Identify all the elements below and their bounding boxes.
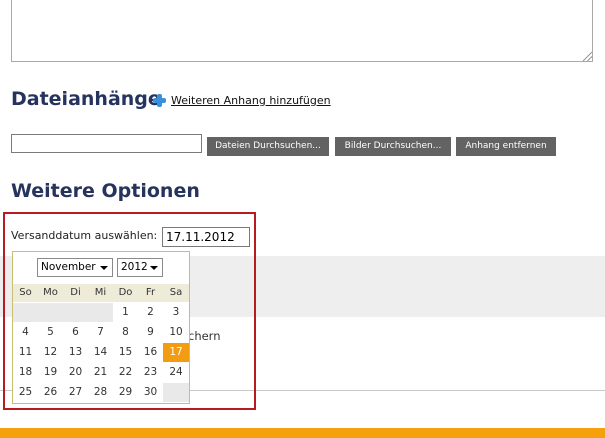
calendar-day-selected[interactable]: 17 — [163, 343, 189, 362]
calendar-day[interactable]: 18 — [13, 363, 38, 382]
file-path-input[interactable] — [11, 134, 202, 153]
calendar-day[interactable]: 19 — [38, 363, 63, 382]
calendar-week-row: 18 19 20 21 22 23 24 — [13, 363, 189, 383]
calendar-day[interactable]: 21 — [88, 363, 113, 382]
calendar-empty-cell — [88, 303, 113, 322]
calendar-day[interactable]: 2 — [138, 303, 163, 322]
calendar-day[interactable]: 26 — [38, 383, 63, 402]
resize-grip-icon[interactable] — [583, 52, 592, 61]
chevron-down-icon — [150, 266, 158, 270]
calendar-day[interactable]: 6 — [63, 323, 88, 342]
options-title: Weitere Optionen — [11, 180, 200, 202]
remove-attachment-button[interactable]: Anhang entfernen — [456, 137, 556, 156]
add-attachment-link[interactable]: Weiteren Anhang hinzufügen — [153, 94, 331, 107]
weekday-label: Sa — [169, 287, 183, 298]
calendar-day[interactable]: 13 — [63, 343, 88, 362]
calendar-week-row: 123 — [13, 303, 189, 323]
send-date-label: Versanddatum auswählen: — [11, 229, 158, 242]
attachments-title: Dateianhänge — [11, 88, 161, 110]
weekday-label: Di — [70, 287, 81, 298]
calendar-week-row: 4 5 6 7 8 9 10 — [13, 323, 189, 343]
weekday-label: Do — [118, 287, 133, 298]
calendar-day[interactable]: 1 — [113, 303, 138, 322]
calendar-empty-cell — [38, 303, 63, 322]
calendar-empty-cell — [13, 303, 38, 322]
year-select[interactable]: 2012 — [117, 258, 163, 277]
plus-icon[interactable] — [153, 94, 166, 107]
calendar-day[interactable]: 24 — [163, 363, 189, 382]
weekday-label: Fr — [145, 287, 156, 298]
calendar-day[interactable]: 12 — [38, 343, 63, 362]
browse-files-button[interactable]: Dateien Durchsuchen... — [207, 137, 329, 156]
weekday-header: So Mo Di Mi Do Fr Sa — [13, 284, 189, 302]
footer-bar — [0, 428, 605, 438]
calendar-day[interactable]: 9 — [138, 323, 163, 342]
add-attachment-label[interactable]: Weiteren Anhang hinzufügen — [171, 94, 331, 107]
calendar-day[interactable]: 8 — [113, 323, 138, 342]
calendar-day[interactable]: 25 — [13, 383, 38, 402]
calendar-day[interactable]: 27 — [63, 383, 88, 402]
month-select-value: November — [41, 261, 96, 273]
calendar-day[interactable]: 3 — [163, 303, 189, 322]
calendar-day[interactable]: 11 — [13, 343, 38, 362]
message-textarea[interactable] — [11, 0, 593, 62]
calendar-week-row: 11 12 13 14 15 16 17 — [13, 343, 189, 363]
weekday-label: Mi — [94, 287, 107, 298]
month-select[interactable]: November — [37, 258, 113, 277]
calendar-day[interactable]: 29 — [113, 383, 138, 402]
browse-images-button[interactable]: Bilder Durchsuchen... — [335, 137, 451, 156]
weekday-label: So — [19, 287, 32, 298]
chevron-down-icon — [100, 266, 108, 270]
calendar-week-row: 25 26 27 28 29 30 — [13, 383, 189, 403]
weekday-label: Mo — [43, 287, 58, 298]
calendar-day[interactable]: 20 — [63, 363, 88, 382]
calendar-day[interactable]: 14 — [88, 343, 113, 362]
calendar-day[interactable]: 16 — [138, 343, 163, 362]
calendar-day[interactable]: 30 — [138, 383, 163, 402]
calendar-day[interactable]: 4 — [13, 323, 38, 342]
datepicker-calendar: November 2012 So Mo Di Mi Do Fr Sa 1 2 3 4 5 6 7 8 9 10… — [12, 251, 190, 404]
calendar-day[interactable]: 23 — [138, 363, 163, 382]
calendar-day[interactable]: 5 — [38, 323, 63, 342]
calendar-day[interactable]: 28 — [88, 383, 113, 402]
send-date-input[interactable]: 17.11.2012 — [162, 227, 250, 247]
calendar-day[interactable]: 10 — [163, 323, 189, 342]
calendar-day[interactable]: 22 — [113, 363, 138, 382]
calendar-day[interactable]: 15 — [113, 343, 138, 362]
calendar-day[interactable]: 7 — [88, 323, 113, 342]
year-select-value: 2012 — [121, 261, 148, 273]
calendar-empty-cell — [163, 383, 189, 402]
calendar-days: 1 2 3 4 5 6 7 8 9 10 11 12 13 14 15 16 17 18 19 20 21 22 23 24 2… — [13, 303, 189, 403]
calendar-empty-cell — [63, 303, 88, 322]
